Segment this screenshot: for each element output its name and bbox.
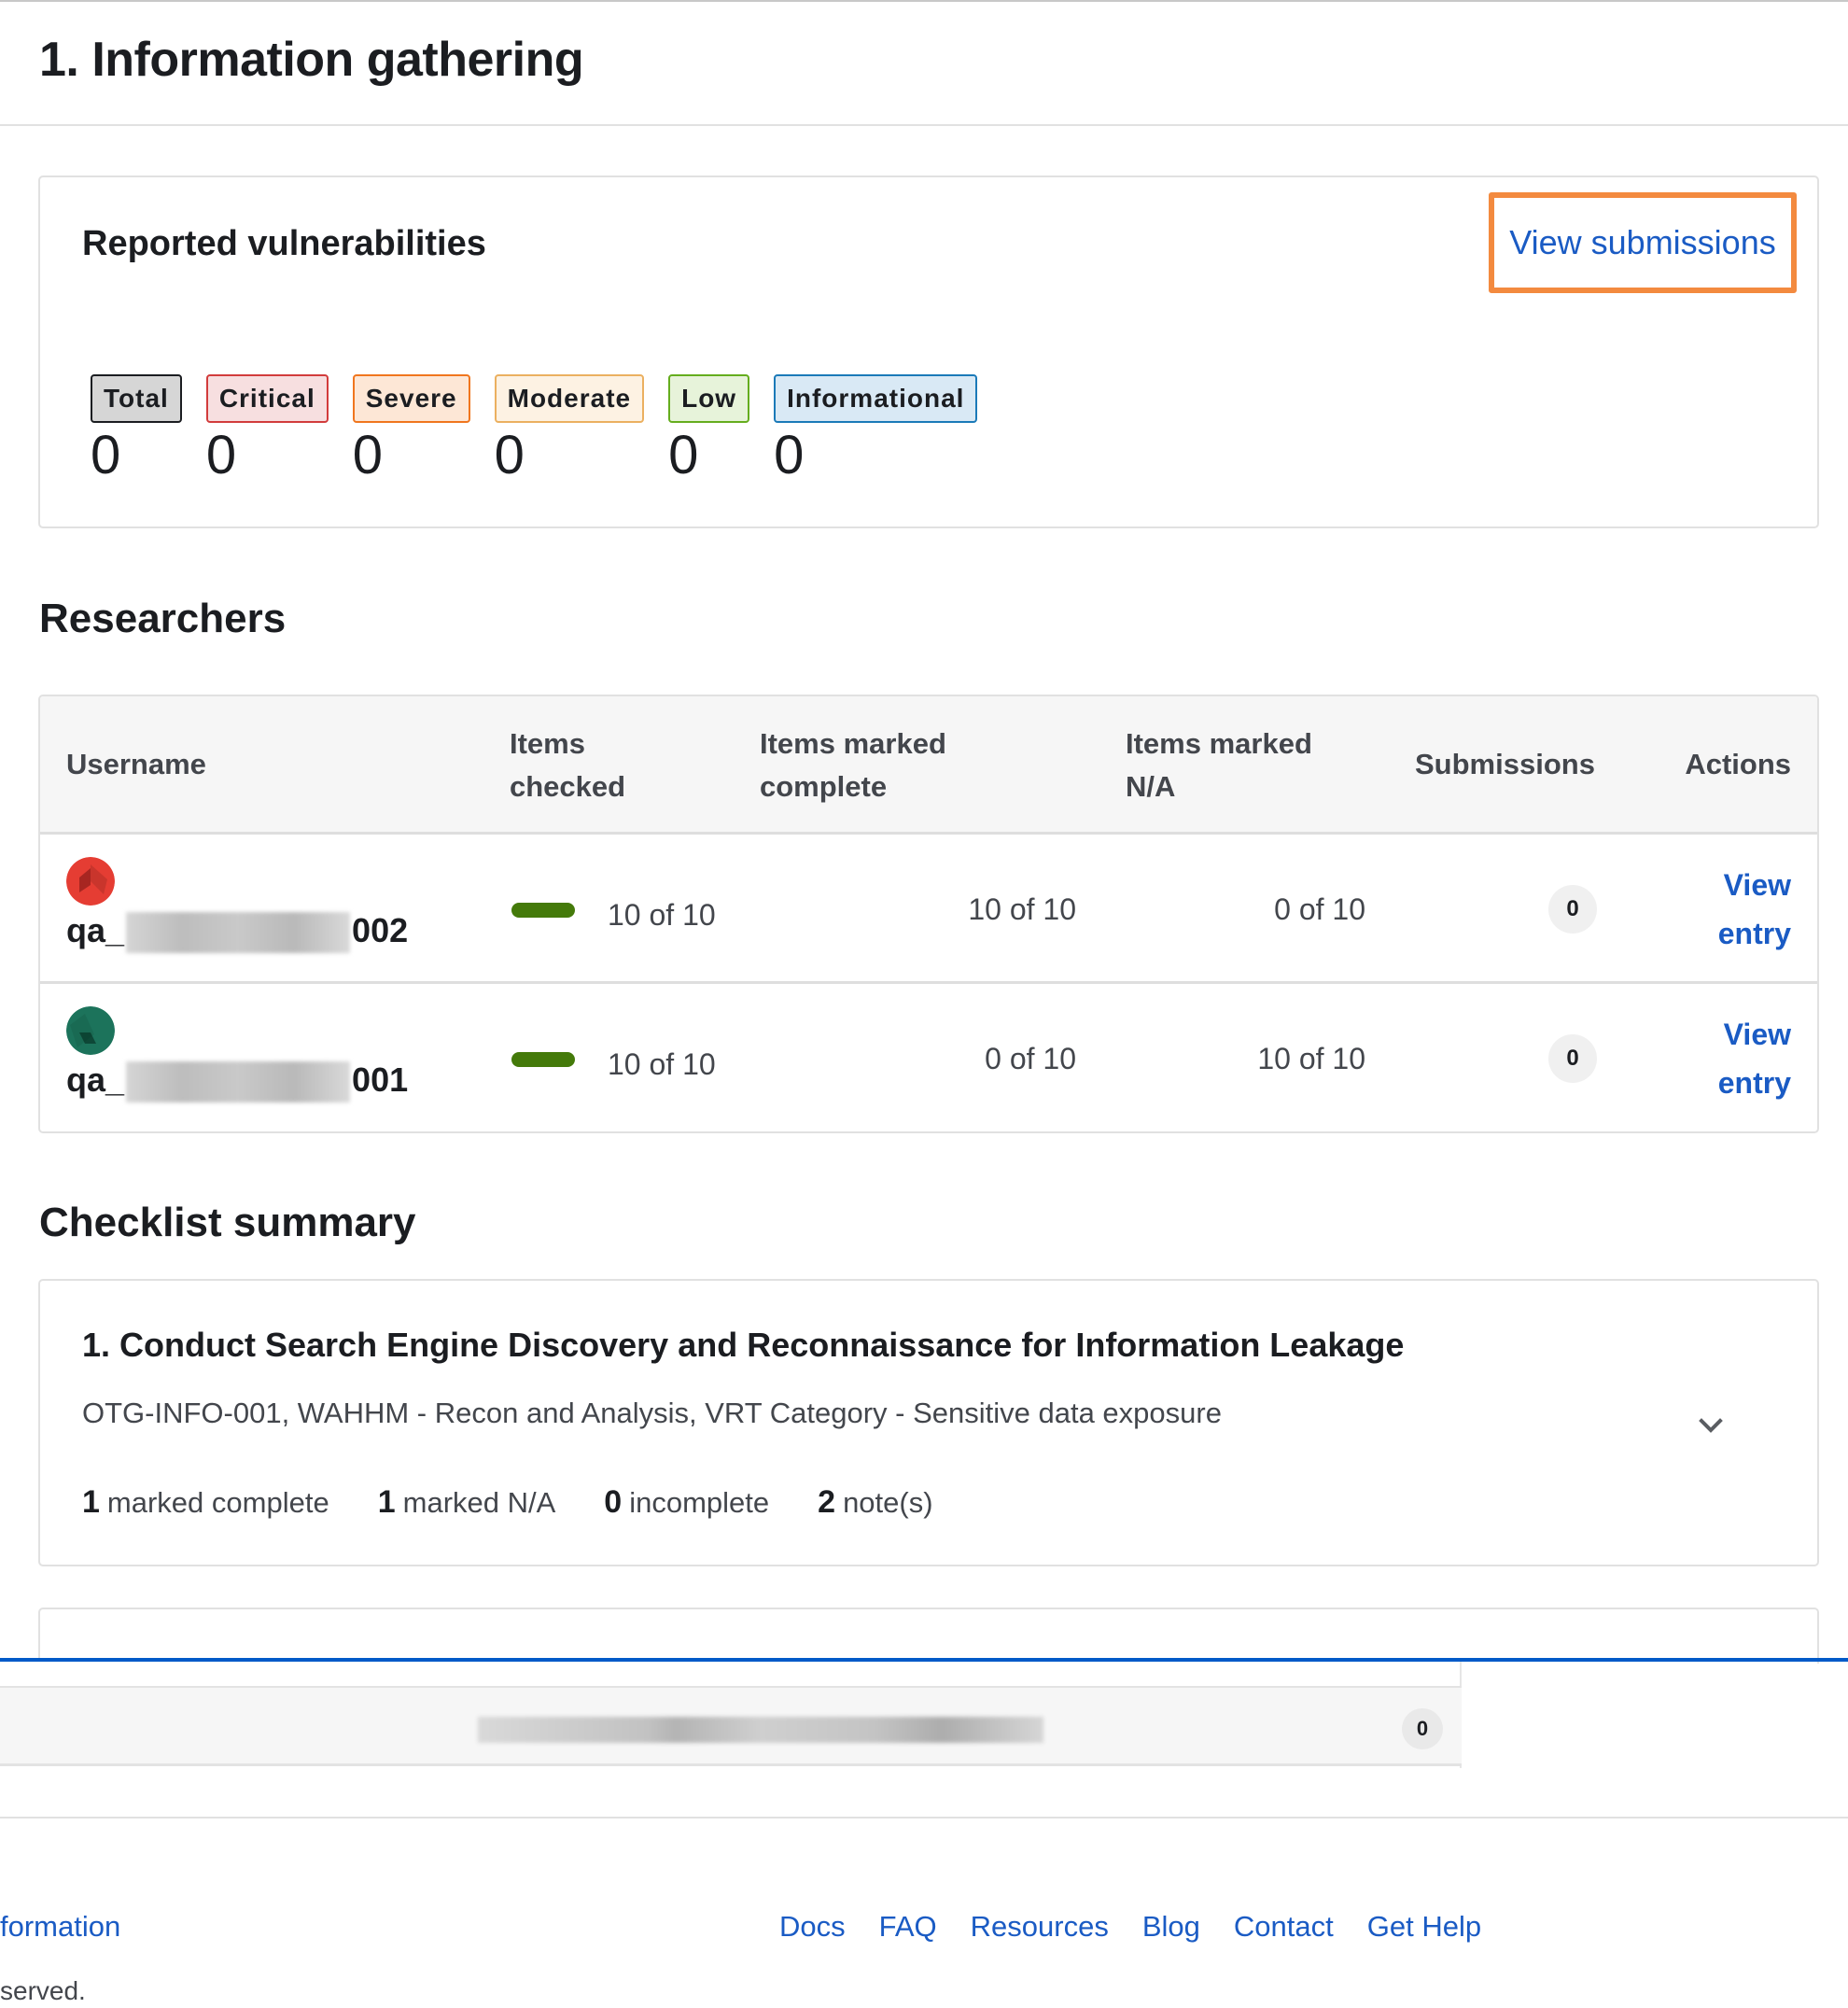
footer-link-docs[interactable]: Docs — [779, 1910, 846, 1944]
table-row: qa_ 001 10 of 10 0 of 10 10 of 10 0 View … — [40, 984, 1817, 1131]
column-items-na-line2: N/A — [1126, 770, 1176, 803]
username-suffix: 002 — [352, 911, 409, 949]
view-submissions-link[interactable]: View submissions — [1489, 192, 1797, 293]
severity-count-low: 0 — [668, 425, 699, 485]
severity-badges: Total 0 Critical 0 Severe 0 Moderate 0 L… — [91, 374, 1001, 483]
severity-count-informational: 0 — [774, 425, 805, 485]
items-checked-value: 10 of 10 — [608, 1047, 716, 1081]
severity-count-critical: 0 — [205, 425, 237, 485]
view-entry-line1: View — [1723, 1018, 1791, 1051]
severity-badge-low: Low — [668, 374, 750, 423]
severity-badge-critical: Critical — [205, 374, 329, 423]
table-header: Username Items checked Items marked comp… — [40, 696, 1817, 835]
table-row: qa_ 002 10 of 10 10 of 10 0 of 10 0 View … — [40, 835, 1817, 984]
severity-count-severe: 0 — [352, 425, 384, 485]
stat-notes: 2 note(s) — [818, 1484, 932, 1521]
severity-badge-informational: Informational — [774, 374, 978, 423]
stat-marked-na: 1 marked N/A — [378, 1484, 556, 1521]
items-checked-progress — [511, 1052, 575, 1067]
column-items-checked-line2: checked — [510, 770, 626, 803]
page-title: 1. Information gathering — [39, 33, 584, 87]
redacted-username — [126, 912, 351, 954]
footer-link-get-help[interactable]: Get Help — [1367, 1910, 1481, 1944]
stat-label: note(s) — [843, 1486, 933, 1519]
severity-count-total: 0 — [91, 425, 121, 485]
researchers-table: Username Items checked Items marked comp… — [38, 695, 1819, 1133]
chevron-down-icon[interactable] — [1697, 1411, 1725, 1439]
column-items-complete: Items marked complete — [760, 723, 946, 808]
footer-information-link[interactable]: formation — [0, 1910, 120, 1944]
stat-label: marked N/A — [402, 1486, 556, 1519]
severity-badge-severe: Severe — [352, 374, 470, 423]
column-items-complete-line2: complete — [760, 770, 888, 803]
stat-label: incomplete — [629, 1486, 770, 1519]
submissions-count: 0 — [1548, 1034, 1597, 1083]
researcher-username: qa_ 002 — [66, 911, 409, 954]
stat-count: 1 — [82, 1484, 100, 1520]
stat-count: 2 — [818, 1484, 836, 1520]
redacted-username — [126, 1061, 351, 1103]
severity-badge-moderate: Moderate — [494, 374, 645, 423]
column-username: Username — [66, 748, 206, 780]
avatar — [66, 857, 115, 906]
username-prefix: qa_ — [66, 911, 125, 949]
view-entry-line2: entry — [1717, 917, 1791, 950]
column-actions: Actions — [1685, 748, 1791, 780]
column-submissions: Submissions — [1415, 748, 1595, 780]
header-divider — [0, 124, 1848, 126]
stat-marked-complete: 1 marked complete — [82, 1484, 329, 1521]
column-items-checked: Items checked — [510, 723, 625, 808]
username-prefix: qa_ — [66, 1060, 125, 1099]
column-items-complete-line1: Items marked — [760, 727, 946, 760]
researcher-username: qa_ 001 — [66, 1060, 409, 1103]
reported-vulnerabilities-title: Reported vulnerabilities — [82, 224, 486, 263]
severity-count-moderate: 0 — [494, 425, 525, 485]
checklist-item-card[interactable]: 1. Conduct Search Engine Discovery and R… — [38, 1279, 1819, 1566]
column-items-na: Items marked N/A — [1126, 723, 1312, 808]
severity-informational: Informational 0 — [774, 374, 978, 485]
items-checked-progress — [511, 903, 575, 918]
view-entry-line1: View — [1723, 868, 1791, 902]
overlay-count-bubble: 0 — [1402, 1708, 1443, 1749]
stat-count: 1 — [377, 1484, 396, 1520]
footer-link-resources[interactable]: Resources — [971, 1910, 1109, 1944]
severity-moderate: Moderate 0 — [494, 374, 645, 485]
avatar — [66, 1006, 115, 1055]
stat-label: marked complete — [106, 1486, 329, 1519]
view-entry-link[interactable]: View entry — [1718, 1010, 1791, 1107]
footer-link-contact[interactable]: Contact — [1234, 1910, 1334, 1944]
column-items-na-line1: Items marked — [1126, 727, 1312, 760]
column-items-checked-line1: Items — [510, 727, 585, 760]
items-checked-value: 10 of 10 — [608, 898, 716, 932]
checklist-item-tags: OTG-INFO-001, WAHHM - Recon and Analysis… — [82, 1397, 1222, 1429]
submissions-count: 0 — [1548, 885, 1597, 934]
footer-link-blog[interactable]: Blog — [1142, 1910, 1200, 1944]
stat-count: 0 — [604, 1484, 623, 1520]
items-complete-value: 0 of 10 — [985, 1042, 1076, 1075]
stat-incomplete: 0 incomplete — [604, 1484, 769, 1521]
severity-severe: Severe 0 — [352, 374, 470, 485]
severity-critical: Critical 0 — [205, 374, 329, 485]
items-na-value: 10 of 10 — [1257, 1042, 1365, 1075]
checklist-summary-title: Checklist summary — [39, 1200, 416, 1245]
severity-low: Low 0 — [668, 374, 750, 485]
items-na-value: 0 of 10 — [1274, 892, 1365, 926]
footer-divider — [0, 1817, 1848, 1818]
redacted-usernames — [478, 1717, 1043, 1743]
top-border — [0, 0, 1848, 2]
reported-vulnerabilities-card: Reported vulnerabilities View submission… — [38, 176, 1819, 528]
severity-badge-total: Total — [91, 374, 182, 423]
checklist-item-card-next[interactable] — [38, 1608, 1819, 1664]
checklist-item-title: 1. Conduct Search Engine Discovery and R… — [82, 1326, 1405, 1364]
footer-link-faq[interactable]: FAQ — [879, 1910, 937, 1944]
items-complete-value: 10 of 10 — [968, 892, 1076, 926]
username-suffix: 001 — [352, 1060, 409, 1099]
researchers-title: Researchers — [39, 596, 287, 641]
footer-links: Docs FAQ Resources Blog Contact Get Help — [779, 1910, 1515, 1944]
footer-copyright: served. — [0, 1976, 86, 2005]
checklist-item-stats: 1 marked complete 1 marked N/A 0 incomplete… — [82, 1484, 982, 1521]
severity-total: Total 0 — [91, 374, 182, 483]
view-entry-link[interactable]: View entry — [1718, 861, 1791, 958]
view-entry-line2: entry — [1717, 1066, 1791, 1100]
